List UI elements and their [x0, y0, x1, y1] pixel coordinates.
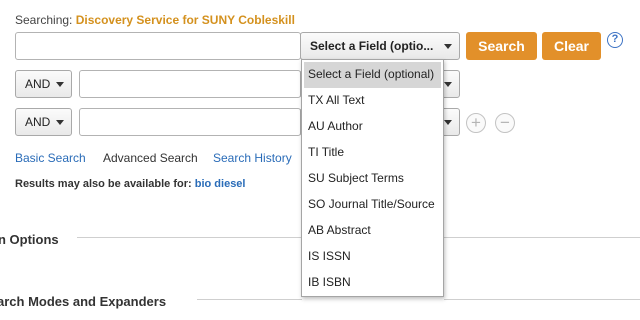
dropdown-option[interactable]: SU Subject Terms: [302, 166, 443, 192]
divider: [197, 299, 302, 300]
dropdown-option[interactable]: Select a Field (optional): [304, 62, 441, 88]
results-note: Results may also be available for: bio d…: [15, 178, 246, 190]
suggestion-link[interactable]: bio diesel: [195, 178, 246, 190]
add-row-icon[interactable]: +: [466, 113, 486, 133]
operator-select-3-value: AND: [25, 115, 51, 129]
operator-select-2-value: AND: [25, 77, 51, 91]
dropdown-option[interactable]: SO Journal Title/Source: [302, 192, 443, 218]
dropdown-option[interactable]: IB ISBN: [302, 270, 443, 296]
search-button[interactable]: Search: [466, 32, 537, 60]
search-options-heading[interactable]: n Options: [0, 232, 59, 247]
help-icon[interactable]: ?: [607, 32, 623, 48]
search-history-link[interactable]: Search History: [213, 151, 292, 165]
chevron-down-icon: [444, 120, 452, 125]
searching-label: Searching:: [15, 13, 73, 27]
results-prefix: Results may also be available for:: [15, 178, 192, 190]
search-service-name[interactable]: Discovery Service for SUNY Cobleskill: [76, 13, 295, 27]
chevron-down-icon: [56, 120, 64, 125]
advanced-search-label: Advanced Search: [103, 151, 198, 165]
dropdown-option[interactable]: AB Abstract: [302, 218, 443, 244]
field-select-1-value: Select a Field (optio...: [310, 39, 434, 53]
dropdown-option[interactable]: TI Title: [302, 140, 443, 166]
dropdown-option[interactable]: TX All Text: [302, 88, 443, 114]
remove-row-icon[interactable]: −: [495, 113, 515, 133]
field-select-1[interactable]: Select a Field (optio...: [300, 32, 460, 60]
divider: [444, 237, 640, 238]
basic-search-link[interactable]: Basic Search: [15, 151, 86, 165]
searching-line: Searching: Discovery Service for SUNY Co…: [15, 13, 295, 27]
search-modes-heading[interactable]: arch Modes and Expanders: [0, 294, 166, 309]
dropdown-option[interactable]: AU Author: [302, 114, 443, 140]
field-dropdown-list[interactable]: Select a Field (optional) TX All Text AU…: [301, 59, 444, 297]
operator-select-2[interactable]: AND: [15, 70, 72, 98]
operator-select-3[interactable]: AND: [15, 108, 72, 136]
search-input-1[interactable]: [15, 32, 301, 60]
clear-button[interactable]: Clear: [542, 32, 601, 60]
divider: [444, 299, 640, 300]
search-input-2[interactable]: [79, 70, 301, 98]
chevron-down-icon: [444, 82, 452, 87]
divider: [77, 237, 302, 238]
search-input-3[interactable]: [79, 108, 301, 136]
chevron-down-icon: [444, 44, 452, 49]
dropdown-option[interactable]: IS ISSN: [302, 244, 443, 270]
chevron-down-icon: [56, 82, 64, 87]
